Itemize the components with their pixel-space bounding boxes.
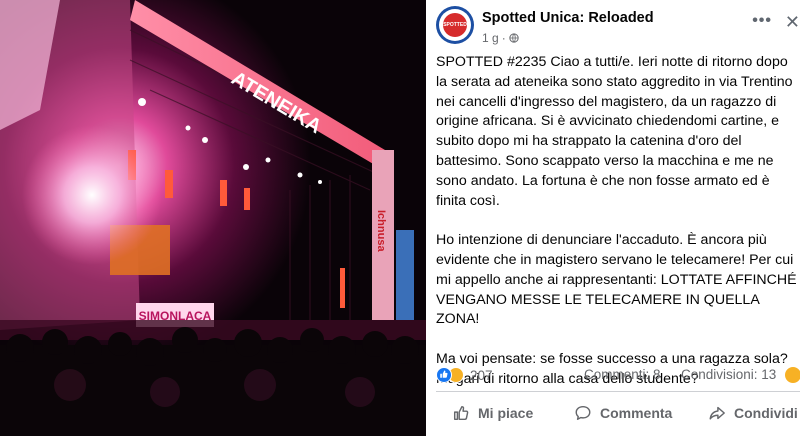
share-label: Condividi bbox=[734, 405, 798, 421]
globe-icon bbox=[509, 33, 519, 43]
page-name[interactable]: Spotted Unica: Reloaded bbox=[482, 10, 654, 26]
more-options-icon[interactable]: ••• bbox=[752, 12, 772, 30]
post-actions: Mi piace Commenta Condividi bbox=[426, 397, 800, 429]
post-time[interactable]: 1 g bbox=[482, 31, 499, 45]
post-header: SPOTTED Spotted Unica: Reloaded 1 g · ••… bbox=[436, 6, 800, 46]
divider bbox=[436, 391, 800, 392]
comment-label: Commenta bbox=[600, 405, 673, 421]
like-reaction-icon bbox=[436, 367, 452, 383]
avatar-logo-text: SPOTTED bbox=[443, 13, 467, 37]
like-icon bbox=[453, 405, 469, 421]
emoji-reaction-icon bbox=[785, 367, 800, 383]
reaction-count: 207 bbox=[470, 367, 493, 383]
page-avatar[interactable]: SPOTTED bbox=[436, 6, 474, 44]
comments-count[interactable]: Commenti: 8 bbox=[584, 367, 661, 382]
close-icon[interactable]: ✕ bbox=[785, 12, 800, 33]
like-label: Mi piace bbox=[478, 405, 534, 421]
comment-button[interactable]: Commenta bbox=[574, 397, 672, 429]
facebook-post: SPOTTED Spotted Unica: Reloaded 1 g · ••… bbox=[426, 0, 800, 436]
comment-icon bbox=[575, 405, 591, 421]
share-icon bbox=[709, 406, 725, 420]
share-button[interactable]: Condividi bbox=[708, 397, 798, 429]
post-paragraph-2: Ho intenzione di denunciare l'accaduto. … bbox=[436, 232, 797, 328]
post-text: SPOTTED #2235 Ciao a tutti/e. Ieri notte… bbox=[436, 53, 800, 390]
post-stats: 207 Commenti: 8 Condivisioni: 13 bbox=[436, 366, 800, 386]
post-paragraph-1: SPOTTED #2235 Ciao a tutti/e. Ieri notte… bbox=[436, 54, 793, 209]
post-meta: 1 g · bbox=[482, 31, 519, 45]
shares-count[interactable]: Condivisioni: 13 bbox=[681, 367, 776, 382]
concert-photo[interactable]: ATENEIKA Ichnusa SIMONLACA bbox=[0, 0, 426, 436]
side-banner-text: Ichnusa bbox=[375, 210, 387, 252]
like-button[interactable]: Mi piace bbox=[452, 397, 533, 429]
reactions-summary[interactable]: 207 bbox=[436, 367, 493, 383]
